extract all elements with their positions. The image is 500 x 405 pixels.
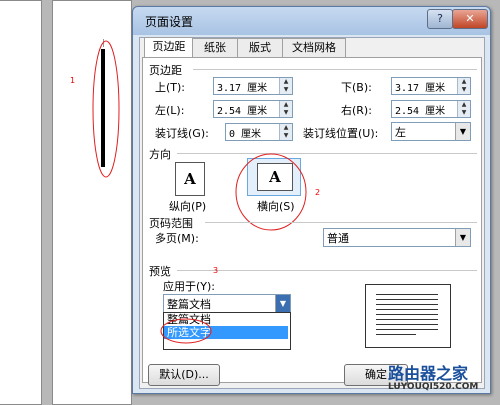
- divider: [193, 69, 477, 70]
- preview-line: [376, 334, 416, 335]
- annotation-ellipse-3: [160, 318, 212, 344]
- portrait-label: 纵向(P): [169, 200, 207, 213]
- right-margin-value: 2.54 厘米: [395, 106, 446, 117]
- chevron-down-icon[interactable]: ▼: [275, 295, 290, 312]
- preview-line: [376, 314, 438, 315]
- apply-to-label: 应用于(Y):: [163, 280, 216, 293]
- dialog-titlebar[interactable]: 页面设置 ? ✕: [133, 7, 490, 35]
- preview-line: [376, 294, 438, 295]
- tab-paper[interactable]: 纸张: [192, 38, 238, 57]
- tab-margins[interactable]: 页边距: [144, 37, 194, 58]
- right-margin-spinner[interactable]: 2.54 厘米 ▲ ▼: [391, 100, 471, 118]
- preview-line: [376, 299, 438, 300]
- spinner-arrows-icon[interactable]: ▲ ▼: [279, 101, 292, 117]
- preview-section-title: 预览: [149, 265, 171, 278]
- annotation-label-2: 2: [315, 188, 321, 197]
- pages-section-title: 页码范围: [149, 217, 193, 230]
- margins-section-title: 页边距: [149, 64, 182, 77]
- top-margin-label: 上(T):: [155, 81, 186, 94]
- bottom-margin-value: 3.17 厘米: [395, 83, 446, 94]
- right-margin-label: 右(R):: [341, 104, 372, 117]
- divider: [177, 153, 477, 154]
- multiple-pages-select[interactable]: 普通 ▼: [323, 228, 471, 247]
- preview-line: [376, 329, 438, 330]
- spinner-arrows-icon[interactable]: ▲ ▼: [457, 101, 470, 117]
- annotation-label-1: 1: [70, 76, 76, 85]
- dialog-body: 页边距 纸张 版式 文档网格 页边距 上(T): 3.17 厘米 ▲ ▼ 下(B):…: [139, 37, 485, 389]
- preview-line: [376, 304, 438, 305]
- page-setup-dialog: 页面设置 ? ✕ 页边距 纸张 版式 文档网格 页边距 上(T): 3.17 厘…: [132, 6, 491, 394]
- layout-preview: [365, 284, 451, 348]
- preview-line: [376, 324, 438, 325]
- close-icon: ✕: [465, 12, 475, 25]
- help-icon: ?: [437, 12, 443, 25]
- help-button[interactable]: ?: [427, 9, 453, 29]
- annotation-label-3: 3: [213, 266, 219, 275]
- tab-doc-grid[interactable]: 文档网格: [282, 38, 346, 57]
- left-margin-label: 左(L):: [155, 104, 185, 117]
- tab-layout[interactable]: 版式: [237, 38, 283, 57]
- default-button[interactable]: 默认(D)...: [148, 364, 220, 386]
- left-margin-spinner[interactable]: 2.54 厘米 ▲ ▼: [213, 100, 293, 118]
- preview-line: [376, 309, 438, 310]
- spinner-arrows-icon[interactable]: ▲ ▼: [457, 78, 470, 94]
- dialog-title: 页面设置: [145, 15, 194, 29]
- top-margin-value: 3.17 厘米: [217, 83, 268, 94]
- bottom-margin-spinner[interactable]: 3.17 厘米 ▲ ▼: [391, 77, 471, 95]
- chevron-down-icon[interactable]: ▼: [455, 229, 470, 246]
- multiple-pages-label: 多页(M):: [155, 232, 199, 245]
- spinner-arrows-icon[interactable]: ▲ ▼: [279, 124, 292, 140]
- divider: [205, 222, 477, 223]
- watermark: 路由器之家 LUYOUQI520.COM: [386, 360, 496, 400]
- apply-to-value: 整篇文档: [167, 298, 211, 311]
- gutter-position-select[interactable]: 左 ▼: [391, 122, 471, 141]
- top-margin-spinner[interactable]: 3.17 厘米 ▲ ▼: [213, 77, 293, 95]
- close-button[interactable]: ✕: [452, 9, 488, 29]
- apply-to-select[interactable]: 整篇文档 ▼: [163, 294, 291, 313]
- watermark-url: LUYOUQI520.COM: [388, 382, 479, 392]
- portrait-page-icon: A: [175, 162, 205, 196]
- orientation-section-title: 方向: [149, 148, 171, 161]
- portrait-option[interactable]: A 纵向(P): [167, 162, 217, 213]
- left-margin-value: 2.54 厘米: [217, 106, 268, 117]
- document-page-main: [52, 0, 132, 405]
- spinner-arrows-icon[interactable]: ▲ ▼: [279, 78, 292, 94]
- divider: [177, 270, 477, 271]
- gutter-spinner[interactable]: 0 厘米 ▲ ▼: [225, 123, 293, 141]
- annotation-ellipse-1: [92, 40, 120, 178]
- gutter-value: 0 厘米: [229, 129, 262, 140]
- margins-panel: 页边距 上(T): 3.17 厘米 ▲ ▼ 下(B): 3.17 厘米 ▲ ▼ 左(L)…: [142, 57, 482, 383]
- chevron-down-icon[interactable]: ▼: [455, 123, 470, 140]
- gutter-position-value: 左: [395, 126, 406, 139]
- gutter-label: 装订线(G):: [155, 127, 209, 140]
- watermark-title: 路由器之家: [388, 364, 469, 383]
- document-page-left: [0, 0, 42, 405]
- gutter-position-label: 装订线位置(U):: [303, 127, 379, 140]
- preview-line: [376, 319, 438, 320]
- multiple-pages-value: 普通: [327, 232, 349, 245]
- bottom-margin-label: 下(B):: [341, 81, 372, 94]
